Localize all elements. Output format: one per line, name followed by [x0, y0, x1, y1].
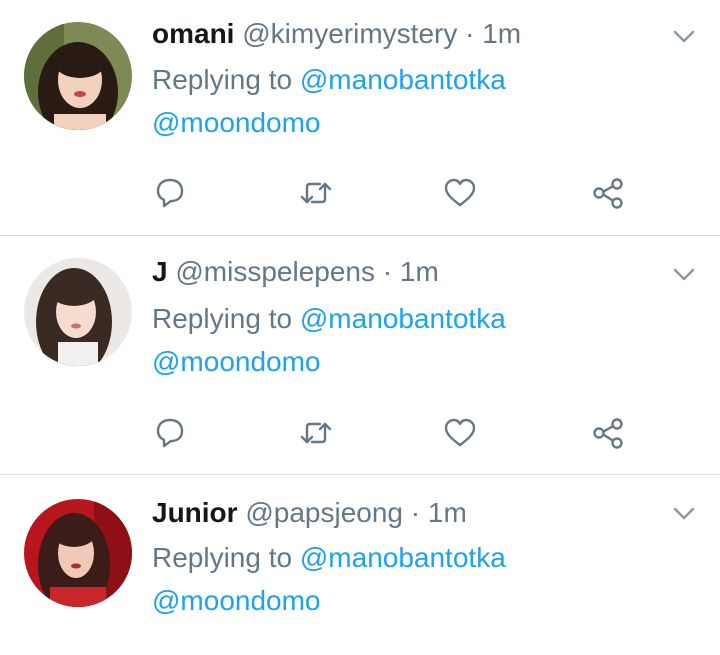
like-button[interactable] [442, 176, 478, 210]
share-button[interactable] [590, 416, 626, 450]
retweet-icon [300, 182, 332, 204]
user-handle[interactable]: @kimyerimystery [242, 18, 457, 49]
user-handle[interactable]: @misspelepens [175, 256, 375, 287]
replying-label: Replying to [152, 64, 293, 95]
tweet-header: omani @kimyerimystery · 1m [152, 14, 521, 54]
heart-icon [444, 178, 476, 207]
separator: · [465, 18, 475, 49]
chevron-down-icon[interactable] [672, 505, 696, 523]
user-handle[interactable]: @papsjeong [245, 497, 403, 528]
tweet-feed: omani @kimyerimystery · 1m Replying to @… [0, 0, 720, 655]
mention-link[interactable]: @manobantotka [300, 64, 506, 95]
replying-label: Replying to [152, 542, 293, 573]
share-button[interactable] [590, 176, 626, 210]
timestamp[interactable]: 1m [428, 497, 467, 528]
mention-link[interactable]: @manobantotka [300, 303, 506, 334]
tweet[interactable]: omani @kimyerimystery · 1m Replying to @… [0, 0, 720, 236]
replying-label: Replying to [152, 303, 293, 334]
retweet-icon [300, 422, 332, 444]
chevron-down-icon[interactable] [672, 28, 696, 46]
heart-icon [444, 418, 476, 447]
chevron-down-icon[interactable] [672, 266, 696, 284]
tweet-header: Junior @papsjeong · 1m [152, 493, 467, 533]
separator: · [382, 256, 393, 287]
mention-link[interactable]: @moondomo [152, 101, 506, 144]
reply-icon [156, 178, 184, 208]
display-name[interactable]: Junior [152, 497, 238, 528]
tweet-actions [152, 176, 632, 210]
mention-link[interactable]: @moondomo [152, 579, 506, 622]
mention-link[interactable]: @manobantotka [300, 542, 506, 573]
avatar[interactable] [24, 499, 132, 607]
reply-icon [156, 418, 184, 448]
like-button[interactable] [442, 416, 478, 450]
timestamp[interactable]: 1m [400, 256, 439, 287]
retweet-button[interactable] [298, 176, 334, 210]
display-name[interactable]: J [152, 256, 168, 287]
replying-to: Replying to @manobantotka @moondomo [152, 536, 506, 622]
share-icon [593, 178, 623, 209]
tweet[interactable]: J @misspelepens · 1m Replying to @manoba… [0, 236, 720, 475]
replying-to: Replying to @manobantotka @moondomo [152, 58, 506, 144]
retweet-button[interactable] [298, 416, 334, 450]
reply-button[interactable] [152, 176, 188, 210]
timestamp[interactable]: 1m [482, 18, 521, 49]
reply-button[interactable] [152, 416, 188, 450]
tweet-actions [152, 416, 632, 450]
share-icon [593, 418, 623, 449]
tweet-header: J @misspelepens · 1m [152, 252, 439, 292]
separator: · [410, 497, 421, 528]
avatar[interactable] [24, 258, 132, 366]
display-name[interactable]: omani [152, 18, 234, 49]
tweet[interactable]: Junior @papsjeong · 1m Replying to @mano… [0, 475, 720, 655]
replying-to: Replying to @manobantotka @moondomo [152, 297, 506, 383]
avatar[interactable] [24, 22, 132, 130]
mention-link[interactable]: @moondomo [152, 340, 506, 383]
